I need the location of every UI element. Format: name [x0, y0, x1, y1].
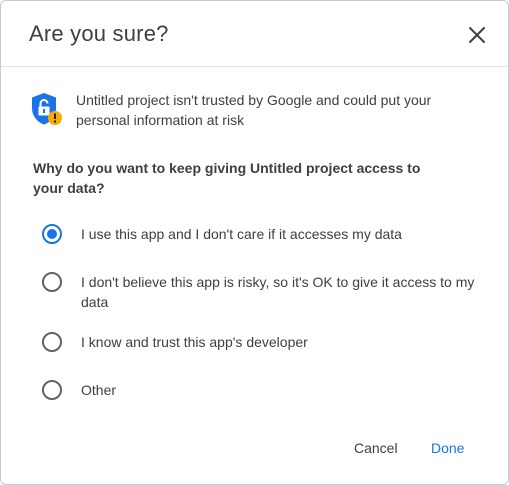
question-text: Why do you want to keep giving Untitled …	[33, 160, 421, 196]
done-button[interactable]: Done	[431, 439, 464, 457]
shield-lock-warning-icon	[32, 93, 62, 125]
option-label: I use this app and I don't care if it ac…	[81, 226, 402, 242]
untrusted-warning: Untitled project isn't trusted by Google…	[29, 89, 479, 133]
radio-unselected-icon[interactable]	[42, 332, 62, 352]
dialog-title: Are you sure?	[29, 21, 169, 46]
option-trust-developer[interactable]: I know and trust this app's developer	[40, 332, 480, 356]
option-label: I know and trust this app's developer	[81, 334, 308, 350]
option-label: I don't believe this app is risky, so it…	[81, 274, 475, 310]
option-other[interactable]: Other	[40, 380, 480, 404]
close-icon	[469, 27, 485, 43]
option-use-app[interactable]: I use this app and I don't care if it ac…	[40, 224, 480, 248]
option-label: Other	[81, 382, 117, 398]
dialog-header: Are you sure?	[1, 1, 508, 67]
radio-unselected-icon[interactable]	[42, 380, 62, 400]
cancel-button[interactable]: Cancel	[354, 439, 398, 457]
close-button[interactable]	[463, 21, 491, 49]
warning-text: Untitled project isn't trusted by Google…	[76, 92, 432, 128]
confirmation-dialog: Are you sure? Untitled project isn't tru…	[0, 0, 509, 485]
option-not-risky[interactable]: I don't believe this app is risky, so it…	[40, 272, 480, 316]
radio-unselected-icon[interactable]	[42, 272, 62, 292]
radio-selected-icon[interactable]	[42, 224, 62, 244]
